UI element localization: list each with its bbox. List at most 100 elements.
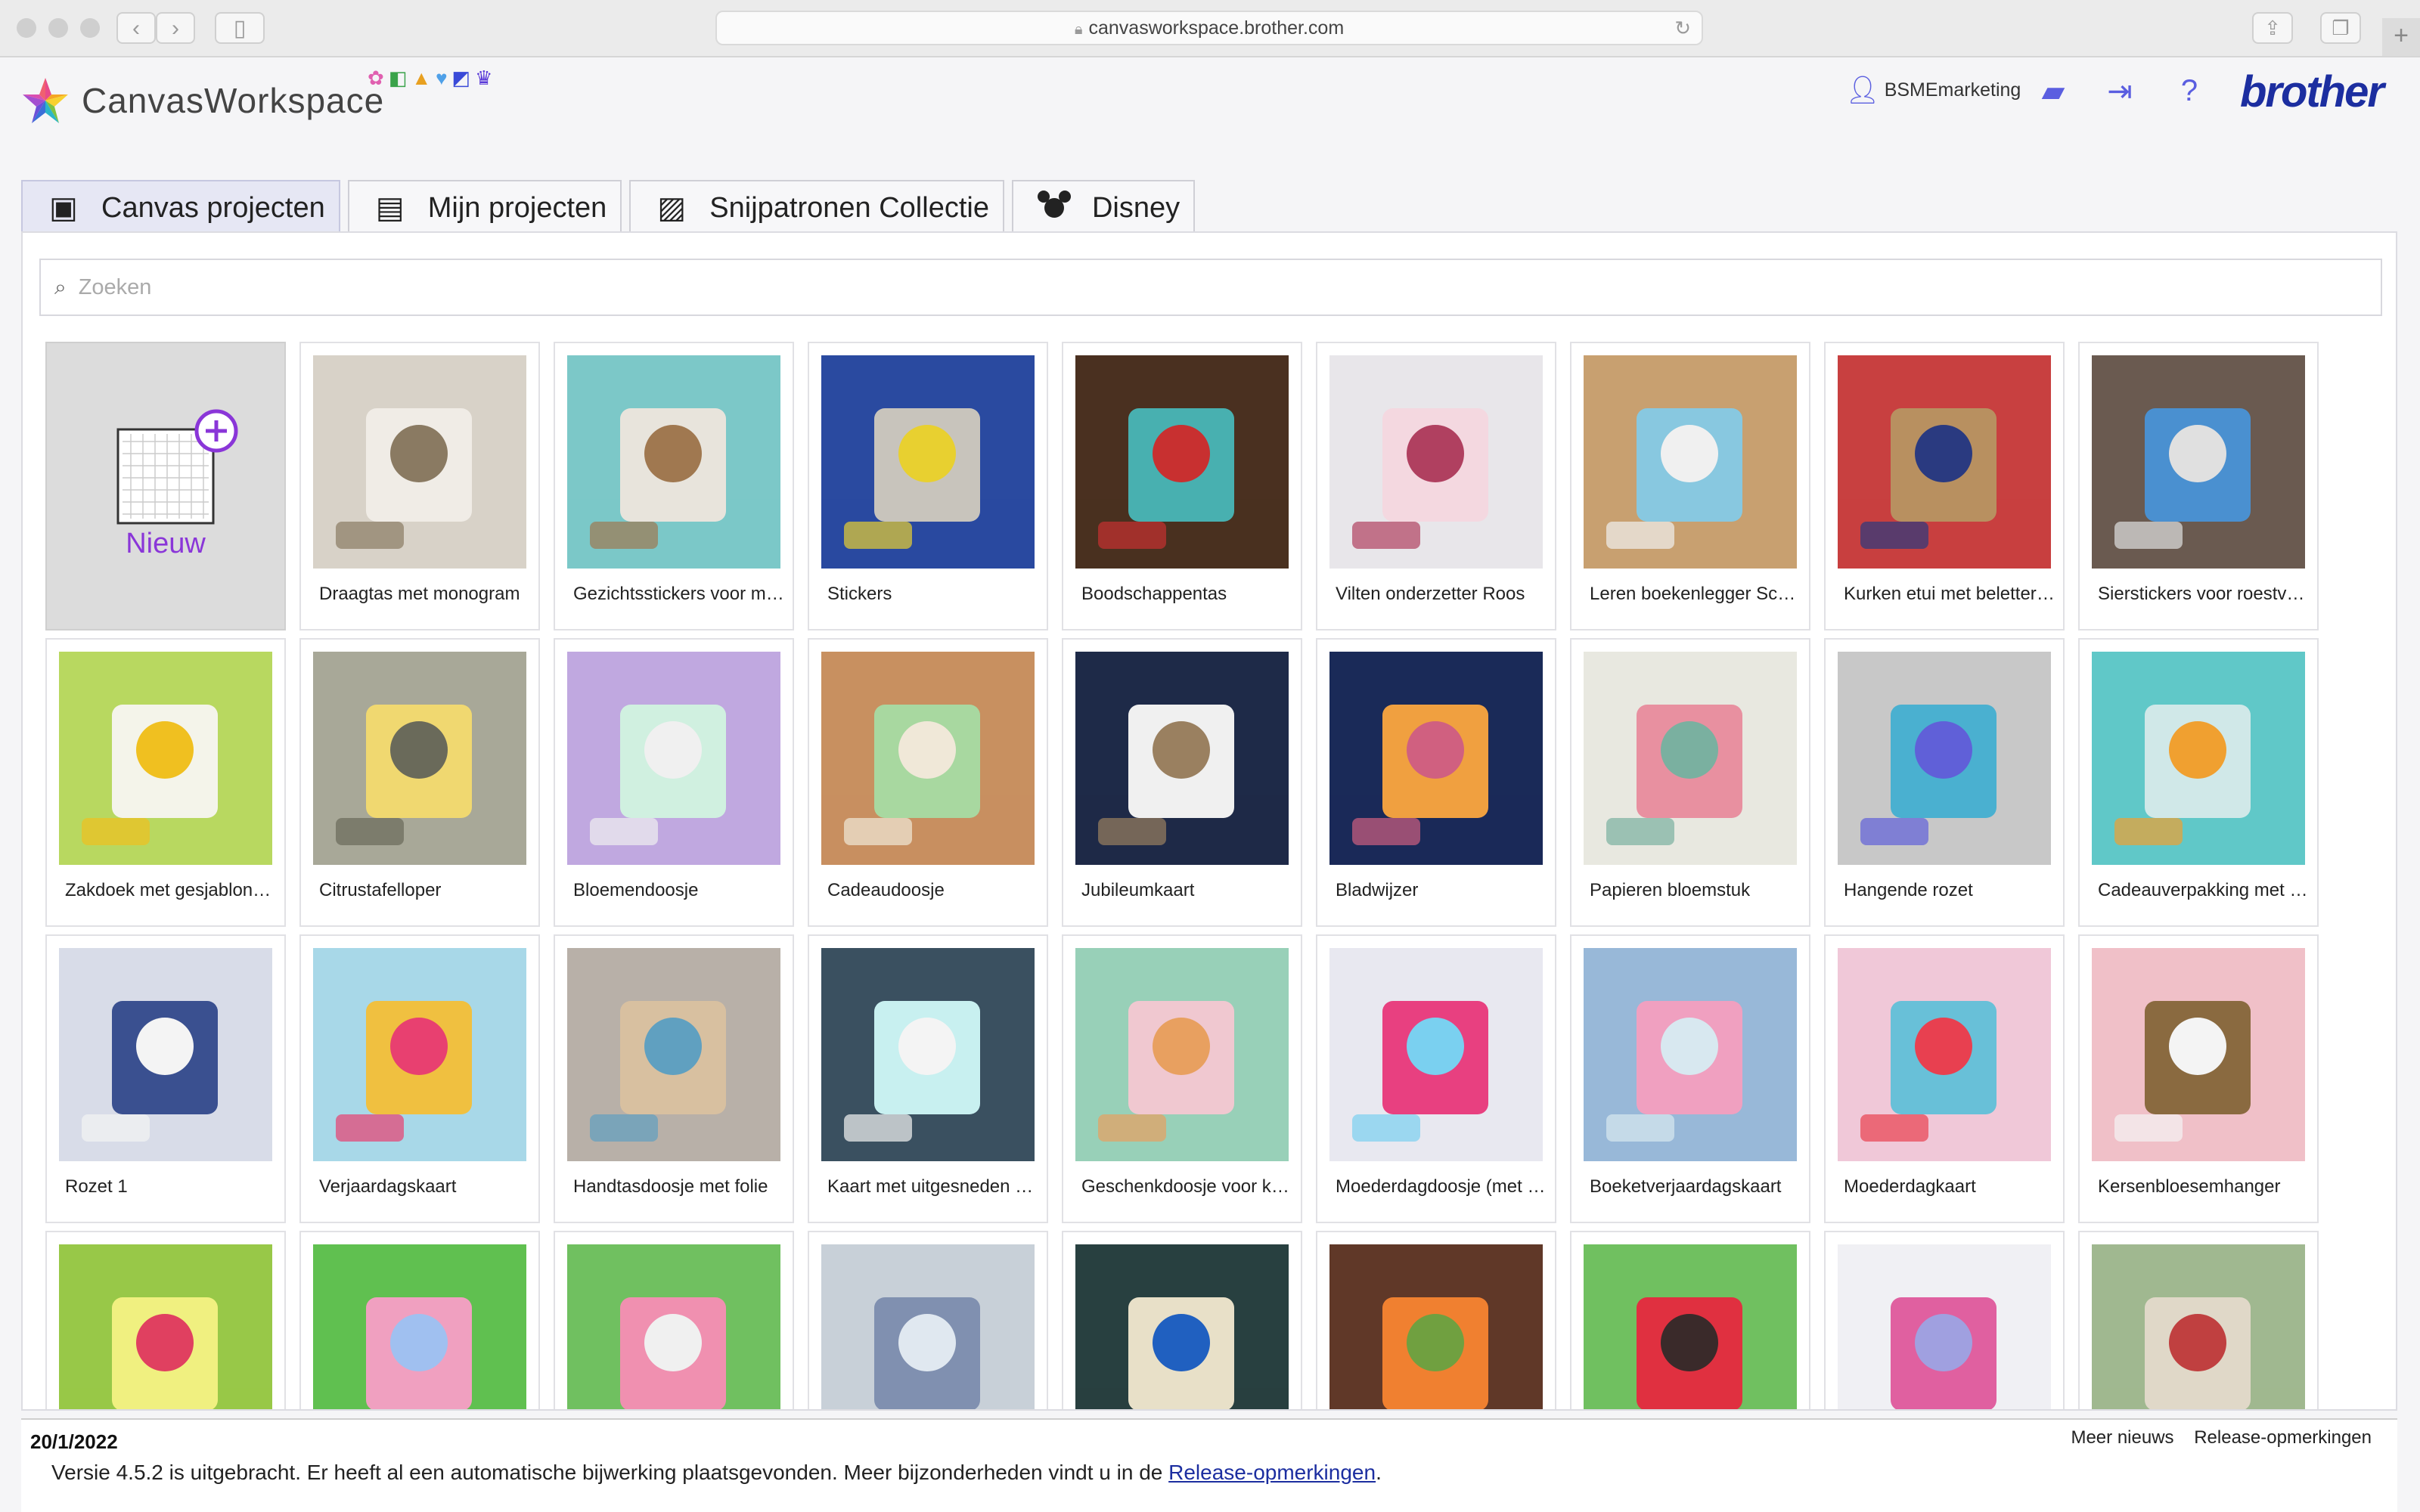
project-card[interactable]: Moederdagkaart — [1824, 934, 2065, 1223]
project-card[interactable] — [1316, 1231, 1556, 1409]
project-thumbnail[interactable] — [59, 652, 272, 865]
project-card[interactable] — [1570, 1231, 1810, 1409]
project-card[interactable] — [808, 1231, 1048, 1409]
project-card[interactable]: Gezichtsstickers voor mokken — [554, 342, 794, 631]
project-thumbnail[interactable] — [1838, 1244, 2051, 1409]
project-card[interactable]: Handtasdoosje met folie — [554, 934, 794, 1223]
search-box[interactable]: ⌕ — [39, 259, 2382, 316]
project-thumbnail[interactable] — [1075, 1244, 1289, 1409]
project-card[interactable]: Vilten onderzetter Roos — [1316, 342, 1556, 631]
project-thumbnail[interactable] — [821, 652, 1035, 865]
project-card[interactable]: Bladwijzer — [1316, 638, 1556, 927]
project-card[interactable]: Verjaardagskaart — [299, 934, 540, 1223]
project-card[interactable] — [2078, 1231, 2319, 1409]
project-card[interactable]: Geschenkdoosje voor koekjes — [1062, 934, 1302, 1223]
project-thumbnail[interactable] — [1838, 948, 2051, 1161]
project-thumbnail[interactable] — [567, 1244, 780, 1409]
project-thumbnail[interactable] — [1075, 652, 1289, 865]
project-thumbnail[interactable] — [313, 1244, 526, 1409]
project-thumbnail[interactable] — [313, 355, 526, 569]
project-card[interactable]: Cadeauverpakking met handvat — [2078, 638, 2319, 927]
project-thumbnail[interactable] — [1584, 355, 1797, 569]
project-thumbnail[interactable] — [567, 652, 780, 865]
project-card[interactable]: Draagtas met monogram — [299, 342, 540, 631]
address-bar[interactable]: 🔒︎ canvasworkspace.brother.com ↻ — [715, 11, 1703, 45]
zoom-window-button[interactable] — [80, 18, 100, 38]
new-project-card[interactable]: Nieuw — [45, 342, 286, 631]
project-title: Jubileumkaart — [1081, 880, 1195, 900]
help-button[interactable]: ? — [2170, 74, 2208, 108]
project-card[interactable]: Moederdagdoosje (met bloemen) — [1316, 934, 1556, 1223]
sidebar-toggle-button[interactable]: ▯ — [215, 12, 265, 44]
brother-logo[interactable]: brother — [2240, 67, 2384, 117]
project-card[interactable]: Kurken etui met belettering — [1824, 342, 2065, 631]
project-title: Draagtas met monogram — [319, 584, 520, 604]
project-thumbnail[interactable] — [59, 1244, 272, 1409]
project-thumbnail[interactable] — [821, 355, 1035, 569]
logout-button[interactable]: ⇥ — [2101, 74, 2139, 109]
project-card[interactable] — [299, 1231, 540, 1409]
project-card[interactable]: Cadeaudoosje — [808, 638, 1048, 927]
project-thumbnail[interactable] — [1584, 652, 1797, 865]
project-thumbnail[interactable] — [821, 1244, 1035, 1409]
project-card[interactable]: Kersenbloesemhanger — [2078, 934, 2319, 1223]
project-card[interactable]: Kaart met uitgesneden bloemen — [808, 934, 1048, 1223]
tab-snijpatronen-collectie[interactable]: ▨ Snijpatronen Collectie — [629, 180, 1004, 234]
search-input[interactable] — [76, 274, 2273, 301]
project-thumbnail[interactable] — [1329, 652, 1543, 865]
release-notes-link[interactable]: Release-opmerkingen — [1168, 1461, 1376, 1484]
tab-disney[interactable]: Disney — [1011, 180, 1196, 234]
project-thumbnail[interactable] — [2092, 652, 2305, 865]
new-tab-button[interactable]: + — [2382, 18, 2420, 56]
project-card[interactable]: Boeketverjaardagskaart — [1570, 934, 1810, 1223]
close-window-button[interactable] — [17, 18, 36, 38]
project-thumbnail[interactable] — [313, 948, 526, 1161]
project-card[interactable]: Boodschappentas — [1062, 342, 1302, 631]
project-card[interactable]: Bloemendoosje — [554, 638, 794, 927]
project-card[interactable]: Stickers — [808, 342, 1048, 631]
project-card[interactable]: Rozet 1 — [45, 934, 286, 1223]
project-thumbnail[interactable] — [1838, 355, 2051, 569]
project-card[interactable]: Zakdoek met gesjabloneerd motief — [45, 638, 286, 927]
project-card[interactable]: Papieren bloemstuk — [1570, 638, 1810, 927]
project-thumbnail[interactable] — [59, 948, 272, 1161]
user-account[interactable]: 👤︎ BSMEmarketing — [1845, 74, 2021, 106]
share-button[interactable]: ⇪ — [2252, 12, 2293, 44]
forward-button[interactable]: › — [156, 12, 195, 44]
project-thumbnail[interactable] — [1584, 1244, 1797, 1409]
project-thumbnail[interactable] — [1329, 948, 1543, 1161]
project-thumbnail[interactable] — [1584, 948, 1797, 1161]
project-card[interactable]: Citrustafelloper — [299, 638, 540, 927]
project-thumbnail[interactable] — [2092, 1244, 2305, 1409]
project-card[interactable]: Sierstickers voor roestvrijstalen fles — [2078, 342, 2319, 631]
project-card[interactable] — [554, 1231, 794, 1409]
projects-folder-button[interactable]: ▰ — [2034, 74, 2072, 109]
project-thumbnail[interactable] — [821, 948, 1035, 1161]
tabs-overview-button[interactable]: ❐ — [2320, 12, 2361, 44]
reload-icon[interactable]: ↻ — [1674, 12, 1691, 44]
project-thumbnail[interactable] — [567, 355, 780, 569]
project-thumbnail[interactable] — [1329, 355, 1543, 569]
project-card[interactable]: Jubileumkaart — [1062, 638, 1302, 927]
project-card[interactable] — [1824, 1231, 2065, 1409]
project-title: Cadeaudoosje — [827, 880, 945, 900]
project-thumbnail[interactable] — [2092, 948, 2305, 1161]
more-news-link[interactable]: Meer nieuws — [2071, 1427, 2173, 1448]
project-thumbnail[interactable] — [313, 652, 526, 865]
minimize-window-button[interactable] — [48, 18, 68, 38]
project-card[interactable] — [1062, 1231, 1302, 1409]
tab-mijn-projecten[interactable]: ▤ Mijn projecten — [347, 180, 622, 234]
project-card[interactable]: Leren boekenlegger Schoolbord — [1570, 342, 1810, 631]
project-thumbnail[interactable] — [1329, 1244, 1543, 1409]
project-thumbnail[interactable] — [1075, 948, 1289, 1161]
project-card[interactable]: Hangende rozet — [1824, 638, 2065, 927]
project-thumbnail[interactable] — [567, 948, 780, 1161]
back-button[interactable]: ‹ — [116, 12, 156, 44]
app-logo[interactable]: CanvasWorkspace — [21, 74, 384, 127]
release-notes-top-link[interactable]: Release-opmerkingen — [2194, 1427, 2372, 1448]
tab-canvas-projecten[interactable]: ▣ Canvas projecten — [21, 180, 340, 234]
project-card[interactable] — [45, 1231, 286, 1409]
project-thumbnail[interactable] — [2092, 355, 2305, 569]
project-thumbnail[interactable] — [1075, 355, 1289, 569]
project-thumbnail[interactable] — [1838, 652, 2051, 865]
